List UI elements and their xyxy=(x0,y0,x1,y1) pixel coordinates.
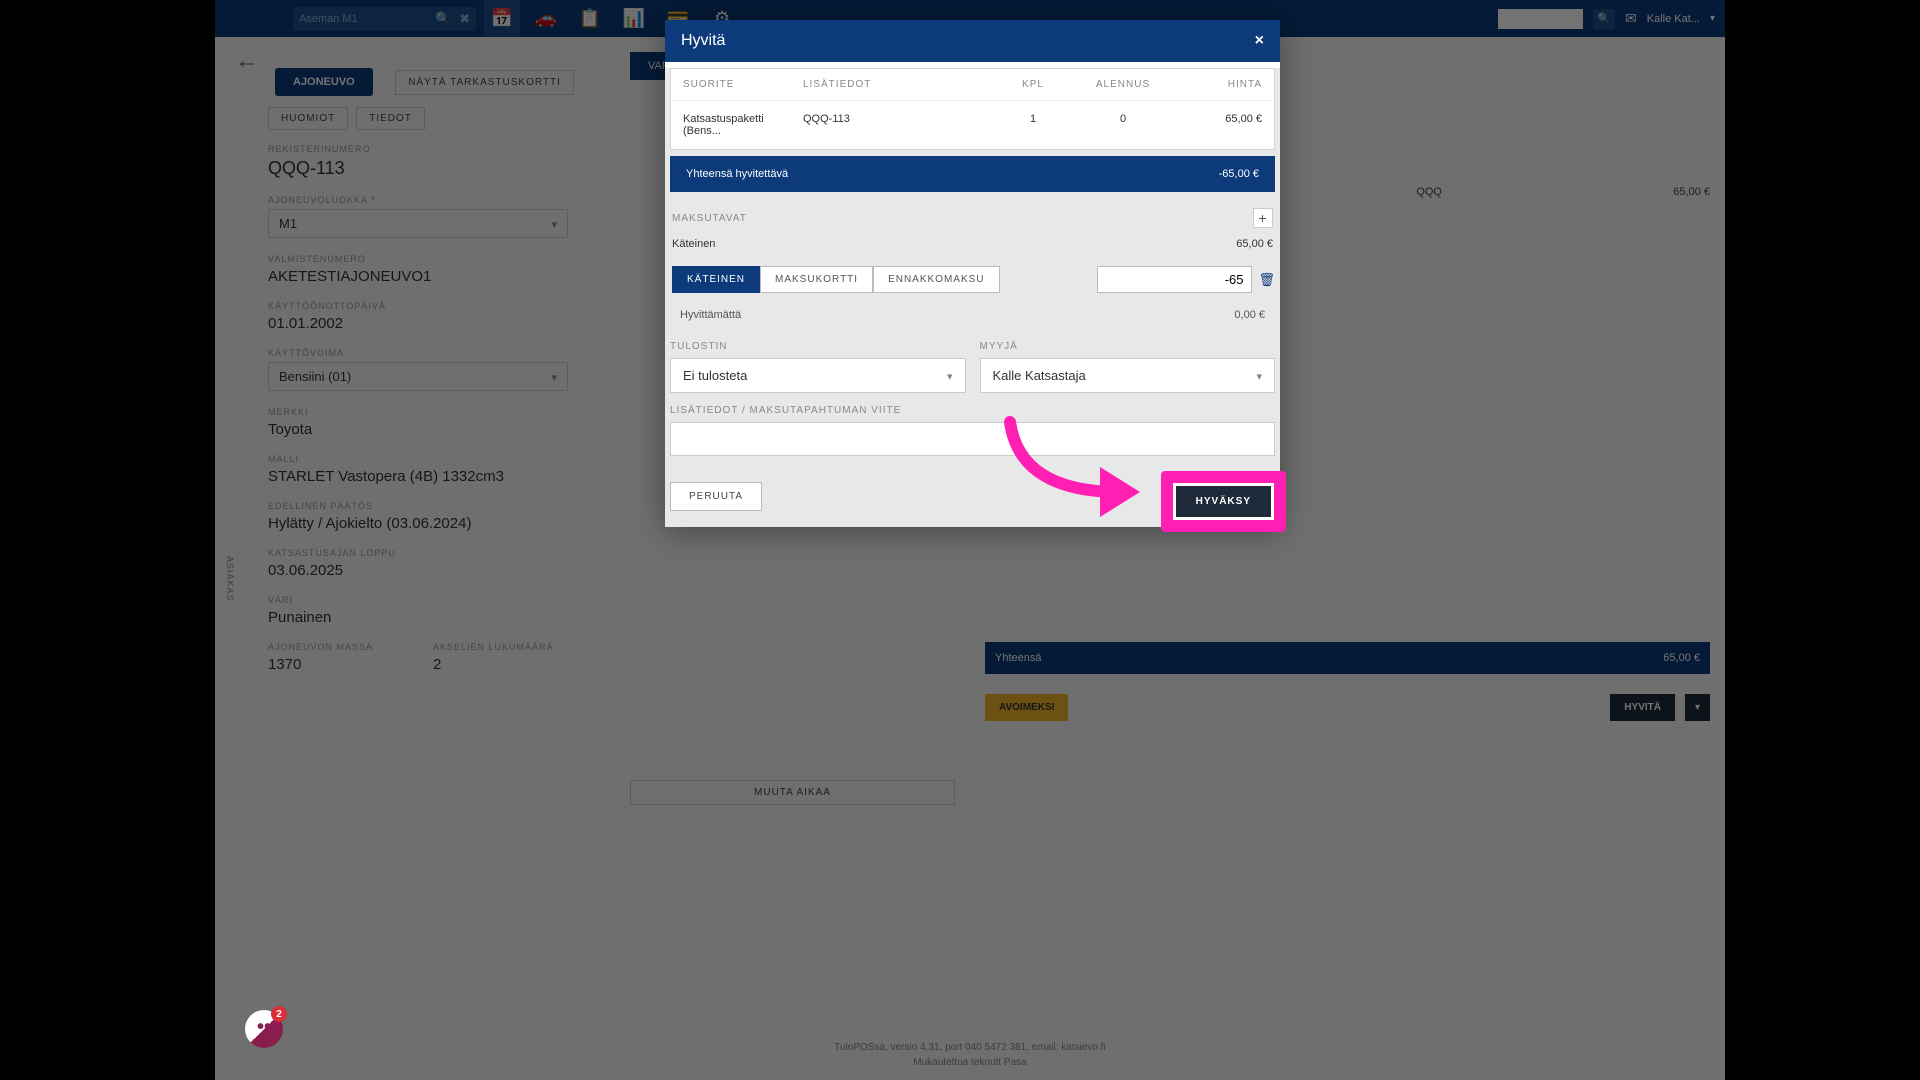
cell-hinta: 65,00 € xyxy=(1173,113,1262,137)
reference-label: LISÄTIEDOT / MAKSUTAPAHTUMAN VIITE xyxy=(670,405,1275,416)
modal-title: Hyvitä xyxy=(681,32,725,50)
approve-highlight: HYVÄKSY xyxy=(1161,471,1286,532)
widget-badge: 2 xyxy=(271,1006,287,1022)
seller-label: MYYJÄ xyxy=(980,341,1276,352)
trash-icon[interactable]: 🗑 xyxy=(1258,272,1275,288)
cash-row: Käteinen 65,00 € xyxy=(670,234,1275,254)
cell-suorite: Katsastuspaketti (Bens... xyxy=(683,113,803,137)
printer-select[interactable]: Ei tulosteta xyxy=(670,358,966,393)
approve-button[interactable]: HYVÄKSY xyxy=(1173,483,1274,520)
cell-lisa: QQQ-113 xyxy=(803,113,993,137)
modal-table: SUORITE LISÄTIEDOT KPL ALENNUS HINTA Kat… xyxy=(670,68,1275,150)
payment-input-wrap: 🗑 xyxy=(1097,266,1275,293)
reference-input[interactable] xyxy=(670,422,1275,456)
payment-methods-label: MAKSUTAVAT + xyxy=(670,202,1275,234)
payment-methods-section: MAKSUTAVAT + Käteinen 65,00 € KÄTEINEN M… xyxy=(665,192,1280,339)
payment-tabs: KÄTEINEN MAKSUKORTTI ENNAKKOMAKSU xyxy=(672,266,1000,293)
reference-section: LISÄTIEDOT / MAKSUTAPAHTUMAN VIITE xyxy=(665,403,1280,470)
seller-select[interactable]: Kalle Katsastaja xyxy=(980,358,1276,393)
modal-body: SUORITE LISÄTIEDOT KPL ALENNUS HINTA Kat… xyxy=(665,68,1280,527)
chevron-down-icon xyxy=(947,368,953,383)
tab-card[interactable]: MAKSUKORTTI xyxy=(760,266,873,293)
cancel-button[interactable]: PERUUTA xyxy=(670,482,762,511)
floating-widget[interactable]: •• 2 xyxy=(245,1010,285,1050)
tab-prepay[interactable]: ENNAKKOMAKSU xyxy=(873,266,999,293)
cell-kpl: 1 xyxy=(993,113,1073,137)
printer-label: TULOSTIN xyxy=(670,341,966,352)
close-icon[interactable]: × xyxy=(1255,32,1264,50)
widget-circle: •• 2 xyxy=(245,1010,283,1048)
refund-modal: Hyvitä × SUORITE LISÄTIEDOT KPL ALENNUS … xyxy=(665,20,1280,527)
modal-table-row: Katsastuspaketti (Bens... QQQ-113 1 0 65… xyxy=(671,101,1274,149)
selects-row: TULOSTIN Ei tulosteta MYYJÄ Kalle Katsas… xyxy=(665,339,1280,403)
modal-total-bar: Yhteensä hyvitettävä -65,00 € xyxy=(670,156,1275,192)
remaining-row: Hyvittämättä 0,00 € xyxy=(670,301,1275,329)
modal-table-header: SUORITE LISÄTIEDOT KPL ALENNUS HINTA xyxy=(671,69,1274,101)
modal-header: Hyvitä × xyxy=(665,20,1280,62)
add-payment-button[interactable]: + xyxy=(1253,208,1273,228)
cell-alennus: 0 xyxy=(1073,113,1173,137)
tab-cash[interactable]: KÄTEINEN xyxy=(672,266,760,293)
amount-input[interactable] xyxy=(1097,266,1252,293)
chevron-down-icon xyxy=(1256,368,1262,383)
modal-footer: PERUUTA HYVÄKSY xyxy=(665,470,1280,527)
